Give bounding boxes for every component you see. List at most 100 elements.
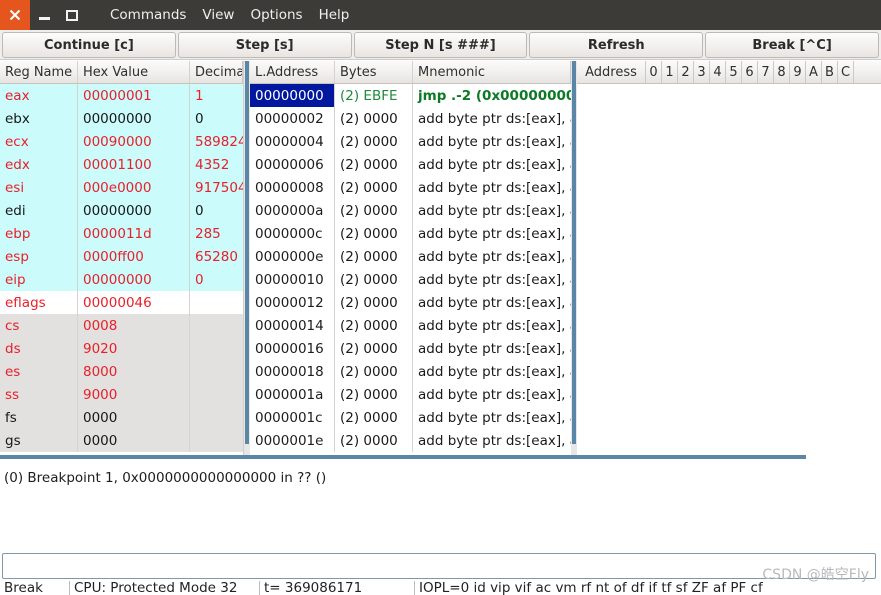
register-row[interactable]: ecx 00090000 589824: [0, 130, 243, 153]
register-name: eflags: [0, 291, 78, 314]
register-row[interactable]: edx 00001100 4352: [0, 153, 243, 176]
break-button[interactable]: Break [^C]: [705, 32, 879, 58]
maximize-button[interactable]: [58, 0, 86, 30]
disassembly-row-selected[interactable]: 00000000 (2) EBFE jmp .-2 (0x00000000): [250, 84, 571, 107]
register-hex-value: 0000ff00: [78, 245, 190, 268]
disassembly-mnemonic: add byte ptr ds:[eax], a: [418, 317, 571, 334]
close-button[interactable]: [0, 0, 30, 30]
column-header-memory-byte[interactable]: 6: [742, 61, 758, 83]
disassembly-mnemonic: add byte ptr ds:[eax], a: [418, 248, 571, 265]
column-header-memory-byte[interactable]: 0: [646, 61, 662, 83]
column-header-memory-byte[interactable]: 4: [710, 61, 726, 83]
column-header-memory-byte[interactable]: 1: [662, 61, 678, 83]
column-header-mnemonic[interactable]: Mnemonic: [413, 61, 571, 83]
register-row[interactable]: es 8000: [0, 360, 243, 383]
command-input[interactable]: [2, 553, 876, 579]
register-hex-value: 00090000: [78, 130, 190, 153]
status-state: Break: [0, 581, 70, 595]
column-header-hex-value[interactable]: Hex Value: [78, 61, 190, 83]
register-hex-value: 0000: [78, 429, 190, 452]
register-decimal-value: [190, 360, 243, 383]
register-hex-value: 00001100: [78, 153, 190, 176]
register-row[interactable]: eax 00000001 1: [0, 84, 243, 107]
step-button[interactable]: Step [s]: [177, 32, 352, 58]
disassembly-bytes: (2) 0000: [335, 153, 413, 176]
column-header-memory-byte[interactable]: 9: [790, 61, 806, 83]
disassembly-mnemonic: add byte ptr ds:[eax], a: [418, 386, 571, 403]
disassembly-row[interactable]: 00000004 (2) 0000 add byte ptr ds:[eax], a: [250, 130, 571, 153]
register-decimal-value: 917504: [195, 179, 243, 196]
register-row[interactable]: eip 00000000 0: [0, 268, 243, 291]
menu-view[interactable]: View: [194, 4, 242, 26]
column-header-memory-byte[interactable]: 8: [774, 61, 790, 83]
disassembly-mnemonic: add byte ptr ds:[eax], a: [418, 271, 571, 288]
disassembly-row[interactable]: 0000001a (2) 0000 add byte ptr ds:[eax], a: [250, 383, 571, 406]
disassembly-mnemonic: add byte ptr ds:[eax], a: [418, 133, 571, 150]
register-decimal-value: [190, 383, 243, 406]
menu-commands[interactable]: Commands: [102, 4, 194, 26]
column-header-laddress[interactable]: L.Address: [250, 61, 335, 83]
register-hex-value: 0000011d: [78, 222, 190, 245]
disassembly-row[interactable]: 00000014 (2) 0000 add byte ptr ds:[eax], a: [250, 314, 571, 337]
disassembly-row[interactable]: 0000001e (2) 0000 add byte ptr ds:[eax], a: [250, 429, 571, 452]
register-decimal-value: 0: [195, 271, 204, 288]
column-header-memory-byte[interactable]: 5: [726, 61, 742, 83]
menu-help[interactable]: Help: [311, 4, 358, 26]
disassembly-row[interactable]: 00000018 (2) 0000 add byte ptr ds:[eax], a: [250, 360, 571, 383]
disassembly-row[interactable]: 00000008 (2) 0000 add byte ptr ds:[eax], a: [250, 176, 571, 199]
register-hex-value: 9000: [78, 383, 190, 406]
disassembly-row[interactable]: 00000002 (2) 0000 add byte ptr ds:[eax], a: [250, 107, 571, 130]
close-icon: [9, 9, 21, 21]
step-n-button[interactable]: Step N [s ###]: [353, 32, 528, 58]
column-header-memory-byte[interactable]: 3: [694, 61, 710, 83]
register-row[interactable]: esp 0000ff00 65280: [0, 245, 243, 268]
splitter-registers-disassembly[interactable]: [243, 61, 250, 461]
register-row[interactable]: edi 00000000 0: [0, 199, 243, 222]
column-header-bytes[interactable]: Bytes: [335, 61, 413, 83]
disassembly-row[interactable]: 00000006 (2) 0000 add byte ptr ds:[eax], a: [250, 153, 571, 176]
column-header-reg-name[interactable]: Reg Name: [0, 61, 78, 83]
column-header-memory-address[interactable]: Address: [577, 61, 646, 83]
refresh-button[interactable]: Refresh: [529, 32, 704, 58]
register-row[interactable]: fs 0000: [0, 406, 243, 429]
disassembly-row[interactable]: 0000000e (2) 0000 add byte ptr ds:[eax], a: [250, 245, 571, 268]
disassembly-address: 00000004: [250, 130, 335, 153]
disassembly-row[interactable]: 0000000a (2) 0000 add byte ptr ds:[eax], a: [250, 199, 571, 222]
register-row[interactable]: eflags 00000046: [0, 291, 243, 314]
registers-rows: eax 00000001 1 ebx 00000000 0 ecx 00090000 58982…: [0, 84, 243, 452]
window-controls: [0, 0, 92, 30]
disassembly-row[interactable]: 00000016 (2) 0000 add byte ptr ds:[eax], a: [250, 337, 571, 360]
column-header-memory-byte[interactable]: 2: [678, 61, 694, 83]
disassembly-row[interactable]: 0000000c (2) 0000 add byte ptr ds:[eax], a: [250, 222, 571, 245]
minimize-button[interactable]: [30, 0, 58, 30]
register-row[interactable]: ss 9000: [0, 383, 243, 406]
disassembly-address: 00000002: [250, 107, 335, 130]
register-row[interactable]: cs 0008: [0, 314, 243, 337]
continue-button[interactable]: Continue [c]: [2, 32, 176, 58]
disassembly-mnemonic: add byte ptr ds:[eax], a: [418, 225, 571, 242]
register-row[interactable]: ds 9020: [0, 337, 243, 360]
register-decimal-value: 0: [195, 202, 204, 219]
register-hex-value: 9020: [78, 337, 190, 360]
register-decimal-value: [190, 291, 243, 314]
menu-options[interactable]: Options: [242, 4, 310, 26]
column-header-memory-byte[interactable]: 7: [758, 61, 774, 83]
register-row[interactable]: ebx 00000000 0: [0, 107, 243, 130]
column-header-memory-byte[interactable]: C: [838, 61, 854, 83]
disassembly-mnemonic: add byte ptr ds:[eax], a: [418, 432, 571, 449]
disassembly-row[interactable]: 00000010 (2) 0000 add byte ptr ds:[eax], a: [250, 268, 571, 291]
register-row[interactable]: esi 000e0000 917504: [0, 176, 243, 199]
register-name: es: [0, 360, 78, 383]
disassembly-row[interactable]: 00000012 (2) 0000 add byte ptr ds:[eax], a: [250, 291, 571, 314]
disassembly-address: 00000016: [250, 337, 335, 360]
register-row[interactable]: gs 0000: [0, 429, 243, 452]
column-header-memory-byte[interactable]: A: [806, 61, 822, 83]
column-header-memory-byte[interactable]: B: [822, 61, 838, 83]
title-bar: Commands View Options Help: [0, 0, 881, 30]
register-row[interactable]: ebp 0000011d 285: [0, 222, 243, 245]
disassembly-bytes: (2) 0000: [335, 314, 413, 337]
disassembly-row[interactable]: 0000001c (2) 0000 add byte ptr ds:[eax], a: [250, 406, 571, 429]
column-header-decimal[interactable]: Decimal: [190, 61, 243, 83]
status-time: t= 369086171: [260, 581, 415, 595]
disassembly-bytes: (2) 0000: [335, 268, 413, 291]
